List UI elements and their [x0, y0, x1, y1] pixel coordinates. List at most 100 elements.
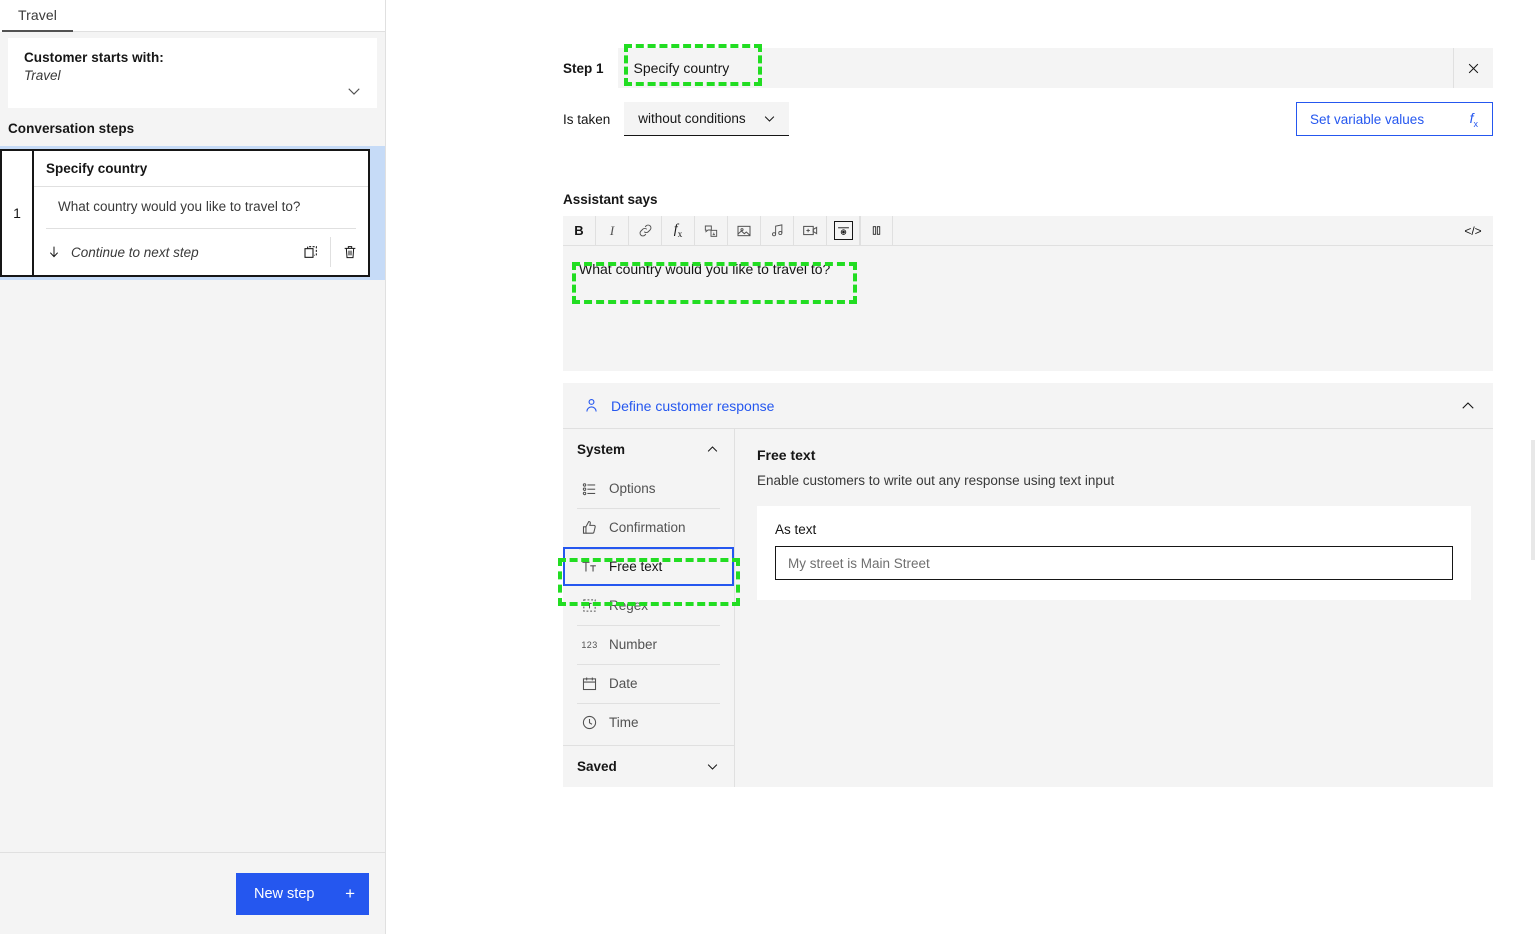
duplicate-icon[interactable] — [292, 237, 330, 267]
as-text-input[interactable] — [775, 546, 1453, 580]
response-type-label: Confirmation — [609, 520, 686, 535]
function-icon[interactable]: fx — [662, 215, 695, 246]
code-view-icon[interactable]: </> — [1453, 216, 1493, 246]
editor-toolbar: B I fx </> — [563, 215, 1493, 246]
main-content: Step 1 Specify country Is taken without … — [386, 0, 1535, 787]
response-type-label: Options — [609, 481, 656, 496]
step-card-footer: Continue to next step — [34, 229, 368, 275]
person-icon — [583, 397, 600, 414]
conversation-steps-header: Conversation steps — [0, 108, 385, 146]
vertical-scrollbar[interactable] — [1529, 440, 1535, 820]
response-type-list: System Options Confirmation Free text Re… — [563, 429, 735, 787]
clock-icon — [581, 714, 598, 731]
condition-dropdown[interactable]: without conditions — [624, 102, 789, 136]
number-123-icon: 123 — [581, 639, 598, 650]
trash-icon[interactable] — [330, 237, 368, 267]
starts-with-value: Travel — [24, 68, 61, 83]
editor-content[interactable]: What country would you like to travel to… — [563, 246, 1493, 371]
options-icon — [581, 480, 598, 497]
scrollbar-thumb[interactable] — [1531, 440, 1535, 560]
rich-text-editor: B I fx </> What country would you like t… — [563, 215, 1493, 371]
response-detail-panel: Free text Enable customers to write out … — [735, 429, 1493, 787]
tab-bar-filler — [72, 0, 385, 32]
tab-travel[interactable]: Travel — [2, 0, 73, 32]
link-icon[interactable] — [629, 215, 662, 246]
as-text-card: As text — [757, 506, 1471, 600]
regex-icon — [581, 597, 598, 614]
step-card-body: Specify country What country would you l… — [34, 151, 368, 275]
starts-with-title: Customer starts with: — [24, 50, 164, 65]
define-customer-response-body: System Options Confirmation Free text Re… — [563, 429, 1493, 787]
step-title-input[interactable]: Specify country — [617, 48, 1453, 88]
fx-icon: fx — [1469, 109, 1478, 129]
chevron-down-icon — [762, 111, 777, 126]
chevron-down-icon — [705, 759, 720, 774]
application-root: Travel Customer starts with: Travel Conv… — [0, 0, 1535, 934]
chevron-up-icon[interactable] — [1459, 397, 1477, 415]
response-detail-title: Free text — [757, 447, 816, 463]
tab-bar: Travel — [0, 0, 385, 32]
response-group-system-label: System — [577, 441, 626, 457]
response-type-label: Number — [609, 637, 658, 652]
close-icon[interactable] — [1453, 48, 1493, 88]
sidebar-footer: New step + — [0, 852, 385, 934]
step-card-title: Specify country — [34, 151, 368, 187]
response-type-label: Free text — [609, 559, 663, 574]
step-index-label: Step 1 — [563, 60, 604, 76]
define-customer-response-title: Define customer response — [611, 397, 775, 414]
is-taken-label: Is taken — [563, 111, 611, 127]
condition-row: Is taken without conditions Set variable… — [563, 102, 1493, 136]
thumbs-up-icon — [581, 519, 598, 536]
left-sidebar: Travel Customer starts with: Travel Conv… — [0, 0, 386, 934]
chevron-up-icon — [705, 442, 720, 457]
plus-icon: + — [345, 883, 355, 903]
response-type-date[interactable]: Date — [563, 664, 734, 703]
set-variable-values-button[interactable]: Set variable values fx — [1296, 102, 1493, 136]
image-icon[interactable] — [728, 215, 761, 246]
new-step-label: New step — [254, 885, 315, 902]
audio-icon[interactable] — [761, 215, 794, 246]
response-group-saved[interactable]: Saved — [563, 745, 734, 787]
text-format-icon — [581, 558, 598, 575]
step-card-message: What country would you like to travel to… — [46, 187, 356, 229]
response-type-items: Options Confirmation Free text Regex 123… — [563, 469, 734, 742]
response-type-number[interactable]: 123 Number — [563, 625, 734, 664]
pause-icon[interactable] — [860, 215, 893, 246]
response-detail-description: Enable customers to write out any respon… — [757, 473, 1115, 488]
calendar-icon — [581, 675, 598, 692]
speech-variable-icon[interactable] — [695, 215, 728, 246]
set-variable-values-label: Set variable values — [1310, 111, 1425, 127]
arrow-down-icon — [46, 244, 62, 260]
response-type-time[interactable]: Time — [563, 703, 734, 742]
italic-icon[interactable]: I — [596, 215, 629, 246]
response-type-label: Time — [609, 715, 639, 730]
camera-icon[interactable] — [827, 215, 860, 246]
step-transition-label: Continue to next step — [71, 244, 199, 260]
response-group-saved-label: Saved — [577, 759, 617, 774]
response-type-options[interactable]: Options — [563, 469, 734, 508]
define-customer-response-section: Define customer response System Options … — [563, 383, 1493, 787]
step-row-selected[interactable]: 1 Specify country What country would you… — [0, 146, 385, 280]
response-type-free-text[interactable]: Free text — [563, 547, 734, 586]
response-type-regex[interactable]: Regex — [563, 586, 734, 625]
response-type-label: Regex — [609, 598, 649, 613]
assistant-says-label: Assistant says — [563, 192, 658, 207]
response-group-system[interactable]: System — [563, 429, 734, 469]
chevron-down-icon[interactable] — [345, 82, 363, 100]
bold-icon[interactable]: B — [563, 215, 596, 246]
response-type-confirmation[interactable]: Confirmation — [563, 508, 734, 547]
starts-with-wrapper: Customer starts with: Travel — [0, 32, 385, 108]
video-icon[interactable] — [794, 215, 827, 246]
condition-value: without conditions — [638, 111, 746, 126]
conversation-steps-list: 1 Specify country What country would you… — [0, 146, 385, 852]
customer-starts-with-card[interactable]: Customer starts with: Travel — [8, 38, 377, 108]
response-type-label: Date — [609, 676, 638, 691]
new-step-button[interactable]: New step + — [236, 872, 369, 915]
step-header-row: Step 1 Specify country — [563, 48, 1493, 88]
define-customer-response-header[interactable]: Define customer response — [563, 383, 1493, 429]
main-panel: Step 1 Specify country Is taken without … — [386, 0, 1535, 934]
step-card[interactable]: 1 Specify country What country would you… — [0, 149, 370, 277]
as-text-label: As text — [775, 522, 817, 537]
step-number: 1 — [2, 151, 34, 275]
